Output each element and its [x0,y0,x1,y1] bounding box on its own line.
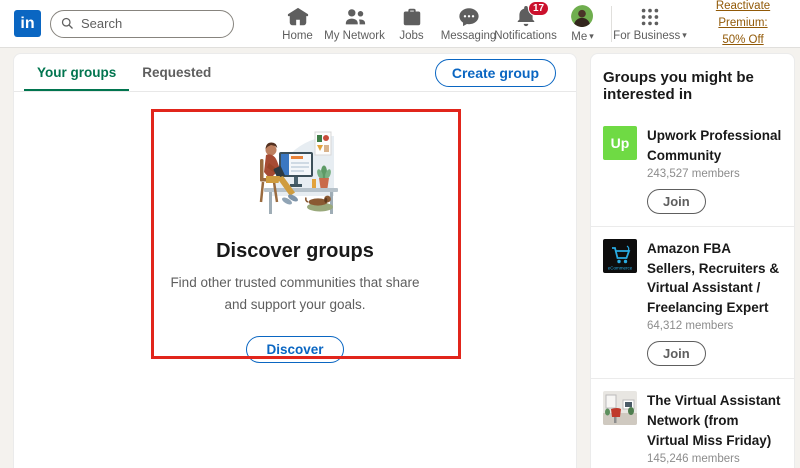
group-name[interactable]: Upwork Professional Community [647,126,782,165]
nav-for-business[interactable]: For Business ▾ [612,0,688,47]
top-nav: in Home My Network Jo [0,0,800,48]
home-icon [287,7,308,25]
primary-nav: Home My Network Jobs Messaging Notificat… [269,0,611,47]
chevron-down-icon: ▾ [589,31,594,41]
search-input[interactable] [81,16,224,31]
nav-me[interactable]: Me ▾ [554,0,611,47]
suggested-groups-card: Groups you might be interested in Up Upw… [590,53,795,468]
nav-my-network[interactable]: My Network [324,0,385,47]
notification-badge: 17 [528,1,550,16]
nav-jobs[interactable]: Jobs [383,0,440,47]
groups-card: Your groups Requested Create group Disco… [13,53,577,468]
join-button[interactable]: Join [647,341,706,367]
groups-tabs: Your groups Requested Create group [14,54,576,92]
nav-me-label: Me ▾ [571,30,594,43]
group-members: 243,527 members [647,168,740,181]
people-icon [345,8,365,24]
for-business-label: For Business ▾ [613,29,687,42]
nav-my-network-label: My Network [324,29,385,42]
group-name[interactable]: The Virtual Assistant Network (from Virt… [647,391,782,450]
nav-messaging[interactable]: Messaging [440,0,497,47]
messaging-icon [458,7,479,26]
svg-text:eCommerce: eCommerce [608,266,633,271]
group-members: 64,312 members [647,320,734,333]
suggested-groups-title: Groups you might be interested in [603,69,754,103]
chevron-down-icon: ▾ [682,30,687,40]
grid-icon [641,8,659,25]
create-group-button[interactable]: Create group [434,58,556,87]
upwork-logo[interactable]: Up [603,126,637,160]
briefcase-icon [403,8,420,25]
reactivate-premium-link[interactable]: Reactivate Premium: 50% Off [690,0,796,49]
search-icon [61,17,73,29]
nav-messaging-label: Messaging [440,29,497,42]
nav-jobs-label: Jobs [399,29,424,42]
nav-home-label: Home [282,29,313,42]
join-button[interactable]: Join [647,189,706,215]
discover-groups-subtitle: Find other trusted communities that shar… [170,275,420,313]
group-item-amazon-fba: eCommerce Amazon FBA Sellers, Recruiters… [591,226,794,378]
office-photo-logo[interactable] [603,391,637,426]
tab-requested[interactable]: Requested [129,54,224,91]
group-name[interactable]: Amazon FBA Sellers, Recruiters & Virtual… [647,239,782,317]
linkedin-logo[interactable]: in [14,10,41,37]
nav-notifications-label: Notifications [494,29,557,42]
workspace-illustration [259,131,338,214]
group-members: 145,246 members [647,453,740,466]
discover-groups-title: Discover groups [216,240,374,262]
search-box [50,9,234,38]
avatar [570,4,595,29]
tab-your-groups[interactable]: Your groups [24,54,129,91]
group-item-upwork: Up Upwork Professional Community 243,527… [591,114,794,226]
ecommerce-logo[interactable]: eCommerce [603,239,637,274]
discover-groups-section: Discover groups Find other trusted commu… [14,92,576,363]
nav-home[interactable]: Home [269,0,326,47]
discover-button[interactable]: Discover [246,335,344,363]
nav-notifications[interactable]: Notifications 17 [494,0,557,47]
group-item-virtual-assistant: The Virtual Assistant Network (from Virt… [591,378,794,468]
